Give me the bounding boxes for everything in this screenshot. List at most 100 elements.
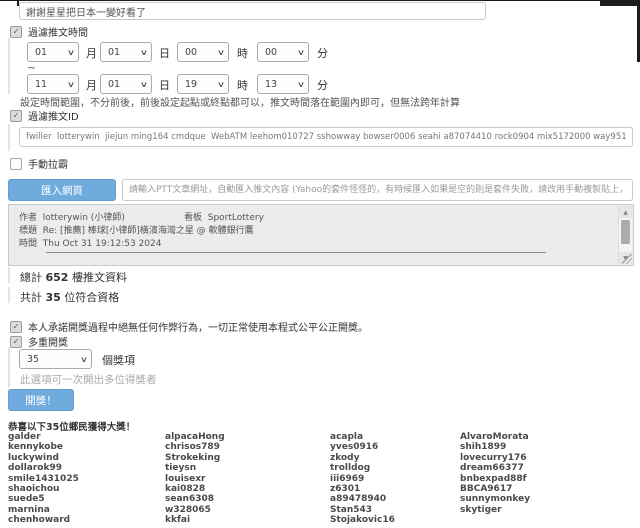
screen-corner-artifact bbox=[600, 0, 640, 6]
scrollbar-thumb[interactable] bbox=[621, 220, 630, 244]
winner-name: kennykobe bbox=[8, 442, 79, 452]
pledge-checkbox[interactable]: ✓ bbox=[10, 321, 22, 333]
winner-name: Stojakovic16 bbox=[330, 515, 395, 525]
winner-name: lovecurry176 bbox=[460, 453, 530, 463]
minute-unit-label: 分 bbox=[317, 45, 328, 61]
check-icon: ✓ bbox=[13, 112, 20, 120]
winner-name: luckywind bbox=[8, 453, 79, 463]
draw-button[interactable]: 開獎！ bbox=[8, 389, 74, 411]
chevron-down-icon: ∨ bbox=[80, 355, 88, 364]
winner-name: dollarok99 bbox=[8, 463, 79, 473]
hour-unit-label: 時 bbox=[237, 77, 248, 93]
filter-id-row: ✓ 過濾推文ID bbox=[10, 108, 79, 123]
winner-name: louisexr bbox=[165, 474, 225, 484]
filter-time-label: 過濾推文時間 bbox=[28, 24, 88, 39]
multi-draw-note: 此選項可一次開出多位得獎者 bbox=[20, 372, 157, 387]
end-month-select[interactable]: 11∨ bbox=[27, 74, 79, 94]
filter-id-checkbox[interactable]: ✓ bbox=[10, 110, 22, 122]
chevron-down-icon: ∨ bbox=[67, 48, 75, 57]
hour-unit-label: 時 bbox=[237, 45, 248, 61]
filter-id-label: 過濾推文ID bbox=[28, 108, 79, 123]
end-hour-select[interactable]: 19∨ bbox=[177, 74, 229, 94]
day-unit-label: 日 bbox=[159, 77, 170, 93]
prize-count-select[interactable]: 35∨ bbox=[19, 349, 92, 369]
winners-column: alpacaHongchrisos789Strokekingtieysnloui… bbox=[165, 432, 225, 526]
article-title-line: 標題 Re: [推薦] 棒球[小律師]橫濱海灣之星 @ 軟體銀行鷹 bbox=[19, 223, 254, 236]
winner-name: tieysn bbox=[165, 463, 225, 473]
month-unit-label: 月 bbox=[86, 45, 97, 61]
chevron-down-icon: ∨ bbox=[217, 48, 225, 57]
chevron-down-icon: ∨ bbox=[140, 80, 148, 89]
total-comments-line: 總計 652 樓推文資料 bbox=[20, 269, 127, 285]
section-indent-rule bbox=[8, 267, 10, 283]
multi-draw-row: ✓ 多重開獎 bbox=[10, 334, 68, 349]
winner-name: sean6308 bbox=[165, 494, 225, 504]
end-day-select[interactable]: 01∨ bbox=[100, 74, 152, 94]
winner-name: zkody bbox=[330, 453, 395, 463]
check-icon: ✓ bbox=[13, 323, 20, 331]
chevron-down-icon: ∨ bbox=[297, 80, 305, 89]
screen-edge-artifact bbox=[0, 0, 640, 1]
winner-name: chenhoward bbox=[8, 515, 79, 525]
start-day-select[interactable]: 01∨ bbox=[100, 42, 152, 62]
textarea-resize-grip[interactable] bbox=[622, 254, 632, 264]
article-content-textarea[interactable]: 作者 lotterywin (小律師) 看板 SportLottery 標題 R… bbox=[8, 204, 634, 266]
ptt-lottery-tool-page: ✓ 過濾推文時間 01∨ 月 01∨ 日 00∨ 時 00∨ 分 ~ 11∨ 月… bbox=[0, 0, 640, 528]
winner-name: BBCA9617 bbox=[460, 484, 530, 494]
winner-name: trolldog bbox=[330, 463, 395, 473]
winner-name: z6301 bbox=[330, 484, 395, 494]
winner-name: AlvaroMorata bbox=[460, 432, 530, 442]
manual-mode-row: ✓ 手動拉霸 bbox=[10, 156, 68, 171]
pledge-label: 本人承諾開獎過程中絕無任何作弊行為，一切正常使用本程式公平公正開獎。 bbox=[28, 319, 368, 334]
scroll-up-icon[interactable]: ▲ bbox=[619, 206, 632, 218]
winner-name: marnina bbox=[8, 505, 79, 515]
start-minute-select[interactable]: 00∨ bbox=[257, 42, 309, 62]
filter-time-checkbox[interactable]: ✓ bbox=[10, 26, 22, 38]
winner-name: yves0916 bbox=[330, 442, 395, 452]
start-hour-select[interactable]: 00∨ bbox=[177, 42, 229, 62]
winners-column: AlvaroMoratashih1899lovecurry176dream663… bbox=[460, 432, 530, 515]
check-icon: ✓ bbox=[13, 28, 20, 36]
winner-name: bnbexpad88f bbox=[460, 474, 530, 484]
chevron-down-icon: ∨ bbox=[140, 48, 148, 57]
import-page-button[interactable]: 匯入網頁 bbox=[8, 179, 116, 201]
winner-name: Strokeking bbox=[165, 453, 225, 463]
winner-name: galder bbox=[8, 432, 79, 442]
filter-time-row: ✓ 過濾推文時間 bbox=[10, 24, 88, 39]
article-url-input[interactable] bbox=[122, 179, 633, 201]
winner-name: kkfai bbox=[165, 515, 225, 525]
winner-name: iii6969 bbox=[330, 474, 395, 484]
multi-draw-checkbox[interactable]: ✓ bbox=[10, 336, 22, 348]
comment-input[interactable] bbox=[19, 2, 486, 20]
prize-unit-label: 個獎項 bbox=[102, 352, 135, 368]
winner-name: sunnymonkey bbox=[460, 494, 530, 504]
chevron-down-icon: ∨ bbox=[297, 48, 305, 57]
winners-column: galderkennykobeluckywinddollarok99smile1… bbox=[8, 432, 79, 526]
multi-draw-label: 多重開獎 bbox=[28, 334, 68, 349]
winner-name: w328065 bbox=[165, 505, 225, 515]
section-indent-rule bbox=[8, 124, 10, 151]
article-author-line: 作者 lotterywin (小律師) bbox=[19, 210, 125, 223]
winner-name: acapla bbox=[330, 432, 395, 442]
end-minute-select[interactable]: 13∨ bbox=[257, 74, 309, 94]
start-month-select[interactable]: 01∨ bbox=[27, 42, 79, 62]
winner-name: skytiger bbox=[460, 505, 530, 515]
section-indent-rule bbox=[8, 38, 10, 94]
qualified-count-line: 共計 35 位符合資格 bbox=[20, 289, 119, 305]
manual-mode-checkbox[interactable]: ✓ bbox=[10, 158, 22, 170]
month-unit-label: 月 bbox=[86, 77, 97, 93]
section-indent-rule bbox=[8, 287, 10, 303]
section-indent-rule bbox=[8, 347, 10, 387]
article-separator-line bbox=[46, 252, 546, 253]
winner-name: a89478940 bbox=[330, 494, 395, 504]
winners-column: acaplayves0916zkodytrolldogiii6969z6301a… bbox=[330, 432, 395, 526]
day-unit-label: 日 bbox=[159, 45, 170, 61]
pledge-row: ✓ 本人承諾開獎過程中絕無任何作弊行為，一切正常使用本程式公平公正開獎。 bbox=[10, 319, 368, 334]
id-filter-input[interactable] bbox=[19, 127, 633, 147]
winner-name: suede5 bbox=[8, 494, 79, 504]
time-filter-hint: 設定時間範圍，不分前後，前後設定起點或終點都可以，推文時間落在範圍內即可，但無法… bbox=[20, 94, 460, 109]
tilde-separator: ~ bbox=[27, 61, 36, 74]
winner-name: shih1899 bbox=[460, 442, 530, 452]
winner-name: dream66377 bbox=[460, 463, 530, 473]
chevron-down-icon: ∨ bbox=[67, 80, 75, 89]
